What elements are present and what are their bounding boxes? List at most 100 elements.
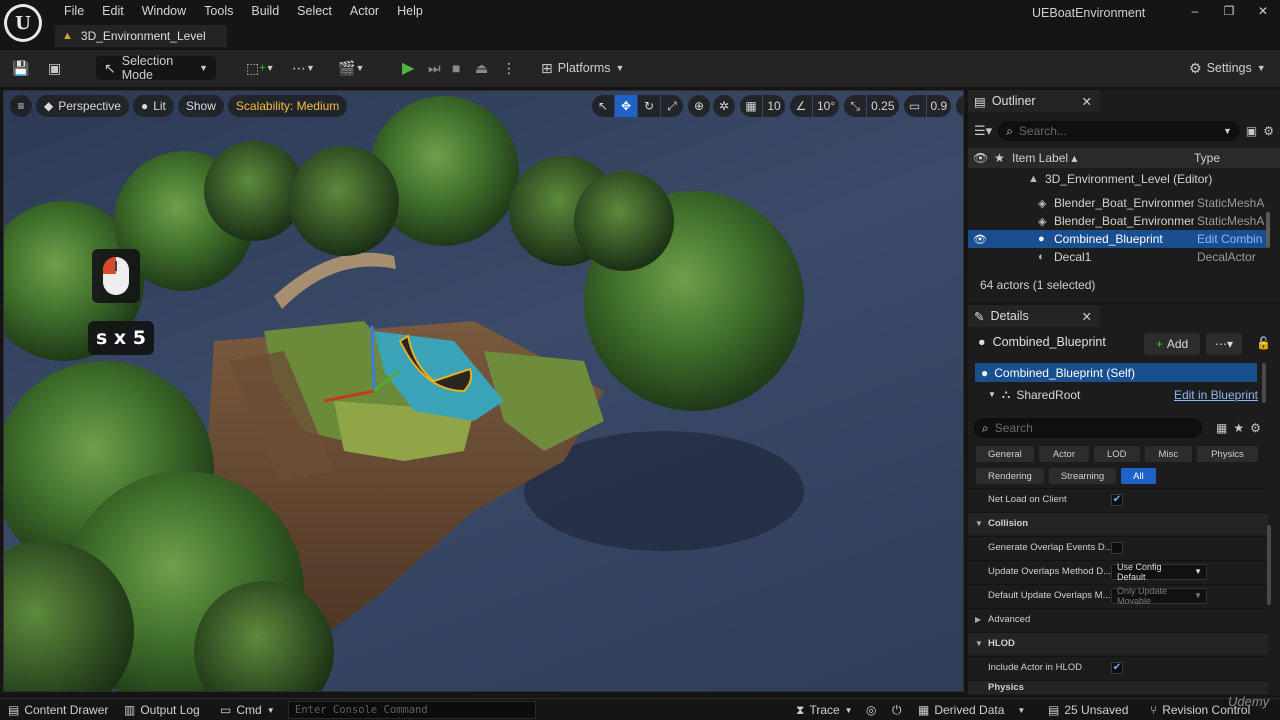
camera-speed-value[interactable]: 0.9 bbox=[926, 95, 952, 117]
maximize-button[interactable]: ❐ bbox=[1212, 0, 1246, 22]
outliner-tab[interactable]: ▤ Outliner ✕ bbox=[968, 90, 1100, 112]
console-input[interactable]: Enter Console Command bbox=[288, 701, 536, 719]
cmd-dropdown[interactable]: ▭ Cmd ▼ bbox=[220, 702, 275, 718]
outliner-row[interactable]: ◈ Blender_Boat_Environmen StaticMeshA bbox=[968, 212, 1266, 230]
table-view-icon[interactable]: ▦ bbox=[1216, 421, 1227, 435]
world-local-toggle[interactable]: ⊕ bbox=[688, 95, 710, 117]
edit-in-blueprint-link[interactable]: Edit in Blueprint bbox=[1174, 388, 1258, 402]
minimize-button[interactable]: – bbox=[1178, 0, 1212, 22]
gear-icon[interactable]: ⚙ bbox=[1263, 124, 1274, 138]
menu-file[interactable]: File bbox=[55, 2, 93, 20]
surface-snap-toggle[interactable]: ✲ bbox=[713, 95, 735, 117]
menu-edit[interactable]: Edit bbox=[93, 2, 133, 20]
menu-actor[interactable]: Actor bbox=[341, 2, 388, 20]
level-tab[interactable]: ▲ 3D_Environment_Level bbox=[55, 25, 227, 47]
perspective-button[interactable]: ◆ Perspective bbox=[36, 95, 129, 117]
show-button[interactable]: Show bbox=[177, 95, 224, 117]
trace-dropdown[interactable]: ⧗ Trace ▼ bbox=[796, 702, 853, 718]
filter-tab-physics[interactable]: Physics bbox=[1197, 446, 1258, 462]
unsaved-button[interactable]: ▤ 25 Unsaved bbox=[1048, 702, 1128, 718]
eject-button[interactable]: ⏏ bbox=[475, 56, 488, 80]
selection-mode-dropdown[interactable]: ↖ Selection Mode ▼ bbox=[96, 54, 216, 82]
play-options-button[interactable]: ⋮ bbox=[502, 56, 516, 80]
section-advanced[interactable]: ▶ Advanced bbox=[968, 608, 1268, 630]
lock-icon[interactable]: 🔓 bbox=[1256, 336, 1271, 350]
play-button[interactable]: ▶ bbox=[402, 56, 414, 80]
component-shared-root-row[interactable]: ▼ ⛬ SharedRoot Edit in Blueprint bbox=[988, 385, 1258, 404]
unreal-logo[interactable]: U bbox=[4, 4, 42, 42]
item-label-column[interactable]: Item Label ▴ bbox=[1012, 151, 1077, 165]
grid-snap-value[interactable]: 10 bbox=[763, 95, 785, 117]
menu-window[interactable]: Window bbox=[133, 2, 195, 20]
cinematics-button[interactable]: 🎬 ▼ bbox=[338, 56, 364, 80]
gear-icon[interactable]: ⚙ bbox=[1250, 421, 1261, 435]
viewport-menu-button[interactable]: ≡ bbox=[10, 95, 32, 117]
camera-speed-button[interactable]: ▭ bbox=[903, 95, 926, 117]
section-collision[interactable]: ▼ Collision bbox=[968, 512, 1268, 534]
components-scrollbar[interactable] bbox=[1262, 363, 1266, 403]
details-tab[interactable]: ✎ Details ✕ bbox=[968, 305, 1100, 327]
default-update-dropdown[interactable]: Only Update Movable ▼ bbox=[1111, 586, 1207, 606]
add-folder-icon[interactable]: ▣ bbox=[1246, 124, 1257, 138]
settings-dropdown[interactable]: ⚙ Settings ▼ bbox=[1189, 56, 1266, 80]
viewport-layout-button[interactable]: ⊞ bbox=[956, 95, 963, 117]
content-drawer-button[interactable]: ▤ Content Drawer bbox=[8, 702, 108, 718]
section-hlod[interactable]: ▼ HLOD bbox=[968, 632, 1268, 654]
derived-data-dropdown[interactable]: ▦ Derived Data ▼ bbox=[918, 702, 1025, 718]
menu-build[interactable]: Build bbox=[242, 2, 288, 20]
level-viewport[interactable]: ≡ ◆ Perspective ● Lit Show Scalability: … bbox=[3, 90, 964, 692]
blueprints-button[interactable]: ⋯ ▼ bbox=[292, 56, 315, 80]
rotation-snap-toggle[interactable]: ∠ bbox=[790, 95, 812, 117]
eye-icon[interactable]: 👁 bbox=[973, 233, 987, 246]
trace-settings-button[interactable]: ⏻ bbox=[892, 702, 902, 718]
scale-snap-toggle[interactable]: ⤡ bbox=[844, 95, 867, 117]
eye-icon[interactable]: 👁 bbox=[973, 151, 988, 165]
outliner-scrollbar[interactable] bbox=[1266, 212, 1270, 248]
filter-icon[interactable]: ☰▾ bbox=[974, 123, 992, 139]
filter-tab-actor[interactable]: Actor bbox=[1038, 446, 1089, 462]
menu-help[interactable]: Help bbox=[388, 2, 432, 20]
filter-tab-all[interactable]: All bbox=[1121, 468, 1156, 484]
outliner-search-input[interactable]: ⌕ Search... ▼ bbox=[998, 121, 1240, 141]
include-hlod-checkbox[interactable]: ✔ bbox=[1111, 661, 1123, 674]
close-icon[interactable]: ✕ bbox=[1082, 94, 1092, 109]
rotation-snap-value[interactable]: 10° bbox=[813, 95, 840, 117]
lit-button[interactable]: ● Lit bbox=[132, 95, 174, 117]
net-load-checkbox[interactable]: ✔ bbox=[1111, 493, 1123, 506]
component-self-row[interactable]: ● Combined_Blueprint (Self) bbox=[975, 363, 1257, 382]
output-log-button[interactable]: ▥ Output Log bbox=[124, 702, 200, 718]
scalability-button[interactable]: Scalability: Medium bbox=[227, 95, 348, 117]
save-button[interactable]: 💾 bbox=[12, 56, 29, 80]
filter-tab-lod[interactable]: LOD bbox=[1094, 446, 1140, 462]
filter-tab-streaming[interactable]: Streaming bbox=[1048, 468, 1117, 484]
add-component-button[interactable]: + Add bbox=[1144, 333, 1200, 355]
filter-tab-rendering[interactable]: Rendering bbox=[976, 468, 1044, 484]
content-browse-button[interactable]: ▣ bbox=[48, 56, 61, 80]
filter-tab-misc[interactable]: Misc bbox=[1144, 446, 1193, 462]
select-tool[interactable]: ↖ bbox=[592, 95, 614, 117]
menu-tools[interactable]: Tools bbox=[195, 2, 242, 20]
record-button[interactable]: ◎ bbox=[866, 702, 876, 718]
scale-tool[interactable]: ⤢ bbox=[661, 95, 683, 117]
type-column[interactable]: Type bbox=[1194, 151, 1220, 165]
stop-button[interactable]: ■ bbox=[452, 56, 460, 80]
star-icon[interactable]: ★ bbox=[994, 151, 1005, 165]
filter-tab-general[interactable]: General bbox=[976, 446, 1034, 462]
star-icon[interactable]: ★ bbox=[1233, 421, 1244, 435]
step-button[interactable]: ⏭ bbox=[428, 56, 441, 80]
section-physics[interactable]: Physics bbox=[968, 680, 1268, 694]
edit-blueprint-link[interactable]: Edit Combin bbox=[1197, 232, 1265, 246]
update-overlaps-dropdown[interactable]: Use Config Default ▼ bbox=[1111, 562, 1207, 582]
outliner-row[interactable]: ◐ Decal1 DecalActor bbox=[968, 248, 1266, 266]
outliner-row[interactable]: ◈ Blender_Boat_Environmen StaticMeshA bbox=[968, 194, 1266, 212]
grid-snap-toggle[interactable]: ▦ bbox=[740, 95, 762, 117]
scale-snap-value[interactable]: 0.25 bbox=[867, 95, 899, 117]
outliner-row-selected[interactable]: 👁 ● Combined_Blueprint Edit Combin bbox=[968, 230, 1266, 248]
blueprint-options-button[interactable]: ⋯▾ bbox=[1206, 333, 1242, 355]
translate-tool[interactable]: ✥ bbox=[615, 95, 637, 117]
close-icon[interactable]: ✕ bbox=[1082, 309, 1092, 324]
outliner-row[interactable]: ▲ 3D_Environment_Level (Editor) bbox=[968, 170, 1266, 188]
menu-select[interactable]: Select bbox=[288, 2, 341, 20]
add-content-button[interactable]: ⬚ + ▼ bbox=[246, 56, 275, 80]
close-window-button[interactable]: ✕ bbox=[1246, 0, 1280, 22]
